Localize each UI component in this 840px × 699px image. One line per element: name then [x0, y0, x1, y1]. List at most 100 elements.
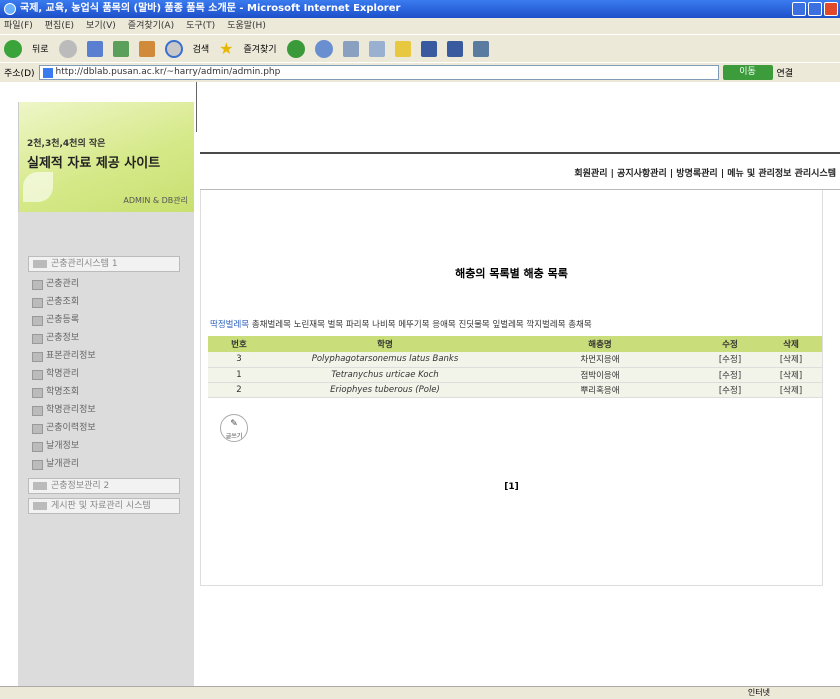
banner-sub: ADMIN & DB관리: [123, 196, 188, 205]
nav-item[interactable]: 날개정보: [32, 440, 79, 452]
pencil-icon: ✎: [230, 419, 238, 429]
cell-number: 1: [208, 367, 270, 383]
nav-item[interactable]: 표본관리정보: [32, 350, 96, 362]
pagination[interactable]: [1]: [200, 482, 823, 492]
banner-line1: 2천,3천,4천의 작은: [27, 139, 106, 149]
left-navigation: 곤충관리시스템 1 곤충관리 곤충조회 곤충등록 곤충정보 표본관리정보 학명관…: [18, 212, 194, 686]
write-button[interactable]: ✎ 글쓰기: [220, 414, 248, 442]
edit-link[interactable]: [수정]: [700, 352, 760, 368]
forward-icon[interactable]: [58, 39, 77, 58]
menubar: 파일(F) 편집(E) 보기(V) 즐겨찾기(A) 도구(T) 도움말(H): [0, 18, 840, 34]
edit-icon[interactable]: [420, 40, 437, 57]
category-tab[interactable]: 잎벌레목: [492, 320, 523, 330]
category-tab[interactable]: 응애목: [432, 320, 455, 330]
cell-pest-name: 차먼지응애: [500, 352, 700, 368]
edit-link[interactable]: [수정]: [700, 382, 760, 398]
research-icon[interactable]: [472, 40, 489, 57]
delete-link[interactable]: [삭제]: [760, 382, 822, 398]
menu-view[interactable]: 보기(V): [86, 18, 116, 34]
cell-pest-name: 뿌리혹응애: [500, 382, 700, 398]
refresh-icon[interactable]: [112, 40, 129, 57]
mail-icon[interactable]: [342, 40, 359, 57]
col-header-delete: 삭제: [760, 336, 822, 352]
minimize-button[interactable]: [792, 2, 806, 16]
category-tab[interactable]: 깍지벌레목: [526, 320, 565, 330]
cell-scientific-name[interactable]: Eriophyes tuberous (Pole): [270, 382, 500, 398]
category-tab[interactable]: 총채목: [568, 320, 591, 330]
top-divider: [196, 82, 197, 132]
category-tab[interactable]: 메뚜기목: [398, 320, 429, 330]
table-row: 3 Polyphagotarsonemus latus Banks 차먼지응애 …: [208, 352, 822, 368]
page-viewport: 2천,3천,4천의 작은 실제적 자료 제공 사이트 ADMIN & DB관리 …: [0, 82, 840, 686]
cell-number: 2: [208, 382, 270, 398]
home-icon[interactable]: [138, 40, 155, 57]
menu-tools[interactable]: 도구(T): [186, 18, 215, 34]
category-tab[interactable]: 딱정벌레목: [210, 320, 249, 330]
write-label: 글쓰기: [225, 433, 243, 440]
site-banner: 2천,3천,4천의 작은 실제적 자료 제공 사이트 ADMIN & DB관리: [18, 102, 194, 212]
nav-item[interactable]: 곤충정보: [32, 332, 79, 344]
delete-link[interactable]: [삭제]: [760, 352, 822, 368]
address-input[interactable]: http://dblab.pusan.ac.kr/~harry/admin/ad…: [38, 65, 719, 80]
category-tab[interactable]: 총채벌레목: [252, 320, 291, 330]
window-titlebar: 국제, 교육, 농업식 품목의 (말바) 품종 품목 소개문 - Microso…: [0, 0, 840, 18]
links-label[interactable]: 연결: [777, 66, 794, 79]
category-tab[interactable]: 파리목: [346, 320, 369, 330]
nav-item[interactable]: 학명관리: [32, 368, 79, 380]
table-row: 1 Tetranychus urticae Koch 점박이응애 [수정] [삭…: [208, 367, 822, 383]
table-row: 2 Eriophyes tuberous (Pole) 뿌리혹응애 [수정] […: [208, 382, 822, 398]
favorites-star-icon[interactable]: ★: [219, 39, 233, 58]
top-navigation-band: 회원관리 | 공지사항관리 | 방명록관리 | 메뉴 및 관리정보 관리시스템: [200, 152, 840, 190]
favorites-label[interactable]: 즐겨찾기: [243, 42, 276, 55]
folder-icon[interactable]: [394, 40, 411, 57]
status-bar: 인터넷: [0, 686, 840, 699]
media-icon[interactable]: [286, 39, 305, 58]
nav-header-insect[interactable]: 곤충관리시스템 1: [28, 256, 180, 272]
nav-item[interactable]: 곤충이력정보: [32, 422, 96, 434]
menu-file[interactable]: 파일(F): [4, 18, 33, 34]
nav-header-board[interactable]: 게시판 및 자료관리 시스템: [28, 498, 180, 514]
messenger-icon[interactable]: [446, 40, 463, 57]
history-icon[interactable]: [314, 39, 333, 58]
menu-edit[interactable]: 편집(E): [45, 18, 74, 34]
maximize-button[interactable]: [808, 2, 822, 16]
window-title-prefix: 국제, 교육, 농업식 품목의 (말바) 품종 품목 소개문 -: [20, 3, 244, 14]
cell-scientific-name[interactable]: Polyphagotarsonemus latus Banks: [270, 352, 500, 368]
category-tab[interactable]: 진딧물목: [458, 320, 489, 330]
delete-link[interactable]: [삭제]: [760, 367, 822, 383]
main-content: 해충의 목록별 해충 목록 딱정벌레목 총채벌레목 노린재목 벌목 파리목 나비…: [200, 190, 823, 586]
window-controls: [792, 2, 838, 16]
cell-scientific-name[interactable]: Tetranychus urticae Koch: [270, 367, 500, 383]
nav-item[interactable]: 곤충관리: [32, 278, 79, 290]
nav-item[interactable]: 곤충등록: [32, 314, 79, 326]
left-column: 2천,3천,4천의 작은 실제적 자료 제공 사이트 ADMIN & DB관리 …: [18, 82, 194, 686]
col-header-pest-name: 해충명: [500, 336, 700, 352]
menu-help[interactable]: 도움말(H): [227, 18, 266, 34]
print-icon[interactable]: [368, 40, 385, 57]
nav-item[interactable]: 학명관리정보: [32, 404, 96, 416]
back-label[interactable]: 뒤로: [32, 42, 49, 55]
category-tab[interactable]: 노린재목: [294, 320, 325, 330]
nav-header-info[interactable]: 곤충정보관리 2: [28, 478, 180, 494]
col-header-scientific-name: 학명: [270, 336, 500, 352]
nav-item[interactable]: 학명조회: [32, 386, 79, 398]
menu-favorites[interactable]: 즐겨찾기(A): [128, 18, 174, 34]
edit-link[interactable]: [수정]: [700, 367, 760, 383]
cell-number: 3: [208, 352, 270, 368]
category-tabs: 딱정벌레목 총채벌레목 노린재목 벌목 파리목 나비목 메뚜기목 응애목 진딧물…: [210, 318, 592, 330]
close-button[interactable]: [824, 2, 838, 16]
table-header-row: 번호 학명 해충명 수정 삭제: [208, 336, 822, 352]
go-button[interactable]: 이동: [722, 65, 773, 80]
top-navigation-links[interactable]: 회원관리 | 공지사항관리 | 방명록관리 | 메뉴 및 관리정보 관리시스템: [574, 166, 836, 179]
browser-toolbar: 뒤로 검색 ★ 즐겨찾기: [0, 34, 840, 62]
nav-item[interactable]: 곤충조회: [32, 296, 79, 308]
search-label[interactable]: 검색: [193, 42, 210, 55]
category-tab[interactable]: 나비목: [372, 320, 395, 330]
stop-icon[interactable]: [86, 40, 103, 57]
nav-item[interactable]: 날개관리: [32, 458, 79, 470]
pest-table: 번호 학명 해충명 수정 삭제 3 Polyphagotarsonemus la…: [208, 336, 822, 398]
search-icon[interactable]: [164, 39, 183, 58]
category-tab[interactable]: 벌목: [328, 320, 344, 330]
cell-pest-name: 점박이응애: [500, 367, 700, 383]
back-icon[interactable]: [4, 39, 22, 58]
